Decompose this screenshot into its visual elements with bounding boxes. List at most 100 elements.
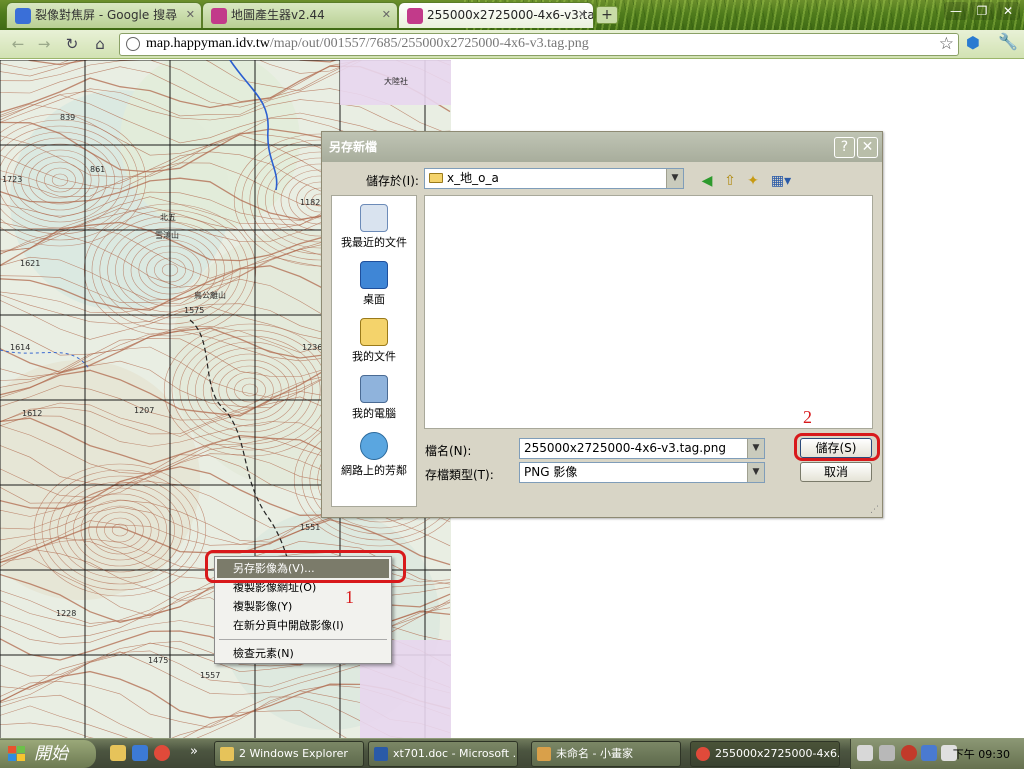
filename-label: 檔名(N): [425,444,472,458]
windows-logo-icon [8,746,25,761]
map-label: 鳥公離山 [194,290,226,300]
new-folder-icon[interactable]: ✦ [743,172,763,190]
map-label: 1612 [22,409,42,418]
cancel-button[interactable]: 取消 [800,462,872,482]
dropdown-arrow-icon[interactable]: ▼ [747,439,764,458]
map-label: 839 [60,113,75,122]
new-tab-button[interactable]: + [596,6,618,24]
tab-title: 地圖產生器v2.44 [231,8,325,22]
map-label: 861 [90,165,105,174]
taskbar-item-word[interactable]: xt701.doc - Microsoft ... [368,741,518,767]
wrench-menu-icon[interactable]: 🔧 [998,32,1018,51]
extension-icon[interactable]: ⬢ [966,33,980,52]
keyboard-icon[interactable] [857,745,873,761]
map-label: 1475 [148,656,168,665]
language-icon[interactable] [879,745,895,761]
map-label: 大陸社 [384,76,408,86]
map-label: 1575 [184,306,204,315]
paint-icon [537,747,551,761]
annotation-highlight-1 [205,550,406,583]
url-text: map.happyman.idv.tw/map/out/001557/7685/… [146,36,589,51]
maximize-button[interactable]: ❐ [970,2,994,20]
dialog-title: 另存新檔 [322,132,882,162]
help-button[interactable]: ? [834,137,855,158]
address-bar[interactable]: map.happyman.idv.tw/map/out/001557/7685/… [119,33,959,56]
resize-grip-icon[interactable]: ⋰ [870,505,879,515]
quicklaunch-chrome-icon[interactable] [154,745,170,761]
dropdown-arrow-icon[interactable]: ▼ [666,169,683,188]
map-label: 1236 [302,343,322,352]
place-desktop[interactable]: 桌面 [332,261,416,307]
map-label: 1551 [300,523,320,532]
minimize-button[interactable]: — [944,2,968,20]
map-label: 北五 [160,213,176,222]
home-icon[interactable]: ⌂ [90,34,110,54]
map-label: 1723 [2,175,22,184]
annotation-number-2: 2 [803,407,812,427]
filetype-label: 存檔類型(T): [425,468,494,482]
taskbar: 開始 » 2 Windows Explorer xt701.doc - Micr… [0,738,1024,769]
taskbar-item-paint[interactable]: 未命名 - 小畫家 [531,741,681,767]
menu-item-open-image-new-tab[interactable]: 在新分頁中開啟影像(I) [215,616,391,635]
folder-icon [429,173,443,183]
file-list[interactable] [424,195,873,429]
menu-item-copy-image[interactable]: 複製影像(Y) [215,597,391,616]
close-window-button[interactable]: ✕ [996,2,1020,20]
quicklaunch-explorer-icon[interactable] [110,745,126,761]
google-favicon-icon [15,8,31,24]
folder-icon [220,747,234,761]
word-doc-icon [374,747,388,761]
start-button[interactable]: 開始 [0,740,96,768]
taskbar-item-explorer[interactable]: 2 Windows Explorer [214,741,364,767]
map-label: 1228 [56,609,76,618]
my-computer-icon [360,375,388,403]
place-recent-documents[interactable]: 我最近的文件 [332,204,416,250]
page-info-icon [126,37,140,51]
filetype-dropdown[interactable]: PNG 影像 ▼ [519,462,765,483]
back-arrow-icon[interactable]: ← [8,34,28,54]
map-label: 1614 [10,343,30,352]
save-in-dropdown[interactable]: x_地_o_a ▼ [424,168,684,189]
forward-arrow-icon[interactable]: → [34,34,54,54]
tab-close-icon[interactable]: ✕ [382,3,391,27]
desktop-icon [360,261,388,289]
back-icon[interactable]: ◀ [697,172,717,190]
taskbar-item-chrome[interactable]: 255000x2725000-4x6... [690,741,840,767]
map-label: 1621 [20,259,40,268]
map-favicon-icon [407,8,423,24]
menu-item-inspect-element[interactable]: 檢查元素(N) [215,644,391,663]
tray-expand-icon[interactable] [901,745,917,761]
network-tray-icon[interactable] [921,745,937,761]
tab-close-icon[interactable]: ✕ [186,3,195,27]
quicklaunch-ie-icon[interactable] [132,745,148,761]
annotation-number-1: 1 [345,587,354,607]
clock: 下午 09:30 [952,748,1010,761]
bookmark-star-icon[interactable]: ☆ [939,34,954,54]
up-folder-icon[interactable]: ⇧ [720,172,740,190]
filename-input[interactable]: 255000x2725000-4x6-v3.tag.png ▼ [519,438,765,459]
quicklaunch-chevron-icon[interactable]: » [190,744,198,759]
place-my-computer[interactable]: 我的電腦 [332,375,416,421]
tab-google-search[interactable]: 裂像對焦屏 - Google 搜尋 ✕ [6,2,202,28]
place-network[interactable]: 網路上的芳鄰 [332,432,416,478]
system-tray: 下午 09:30 [850,739,1024,769]
map-label: 1557 [200,671,220,680]
reload-icon[interactable]: ↻ [62,34,82,54]
menu-separator [219,639,387,640]
annotation-highlight-2 [794,433,880,461]
map-favicon-icon [211,8,227,24]
save-in-label: 儲存於(I): [366,174,419,188]
tab-strip: 裂像對焦屏 - Google 搜尋 ✕ 地圖產生器v2.44 ✕ 255000x… [0,0,1024,30]
chrome-icon [696,747,710,761]
tab-close-icon[interactable]: ✕ [578,3,587,27]
dropdown-arrow-icon[interactable]: ▼ [747,463,764,482]
place-my-documents[interactable]: 我的文件 [332,318,416,364]
tab-map-generator[interactable]: 地圖產生器v2.44 ✕ [202,2,398,28]
view-menu-icon[interactable]: ▦▾ [768,172,794,190]
browser-toolbar: ← → ↻ ⌂ map.happyman.idv.tw/map/out/0015… [0,30,1024,59]
window-controls: — ❐ ✕ [942,2,1020,20]
dialog-close-button[interactable]: ✕ [857,137,878,158]
map-label: 1182 [300,198,320,207]
tab-map-image[interactable]: 255000x2725000-4x6-v3.tag.j ✕ [398,2,594,28]
recent-documents-icon [360,204,388,232]
